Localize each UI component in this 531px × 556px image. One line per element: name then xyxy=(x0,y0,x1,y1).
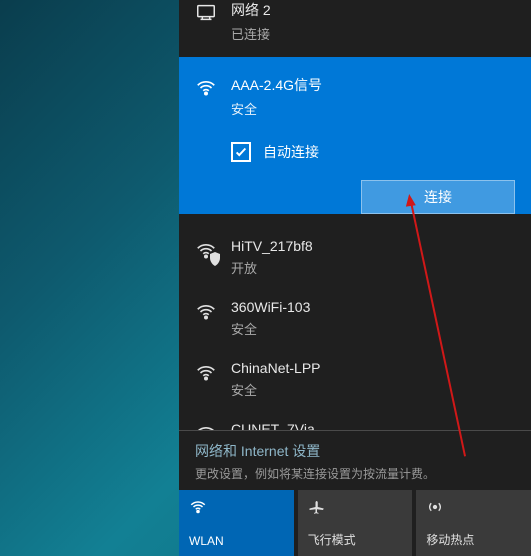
wifi-item-selected[interactable]: AAA-2.4G信号 安全 自动连接 连接 xyxy=(179,57,531,214)
selected-wifi-text: AAA-2.4G信号 安全 xyxy=(231,75,322,118)
wifi-name: CUNET_7Via xyxy=(231,421,315,430)
checkbox-icon xyxy=(231,142,251,162)
connect-button-label: 连接 xyxy=(424,187,452,207)
tile-hotspot[interactable]: 移动热点 xyxy=(416,490,531,556)
selected-wifi-name: AAA-2.4G信号 xyxy=(231,75,322,95)
ethernet-item[interactable]: 网络 2 已连接 xyxy=(179,0,531,57)
wifi-security: 开放 xyxy=(231,258,313,277)
wifi-item[interactable]: 360WiFi-103 安全 xyxy=(179,289,531,350)
auto-connect-label: 自动连接 xyxy=(263,142,319,162)
wifi-icon xyxy=(195,423,217,430)
wifi-item[interactable]: CUNET_7Via xyxy=(179,411,531,430)
airplane-icon xyxy=(308,498,326,516)
selected-wifi-security: 安全 xyxy=(231,99,322,118)
ethernet-icon xyxy=(195,2,217,24)
ethernet-text: 网络 2 已连接 xyxy=(231,0,271,43)
quick-tiles: WLAN 飞行模式 移动热点 xyxy=(179,490,531,556)
spacer xyxy=(179,214,531,228)
hotspot-icon xyxy=(426,498,444,516)
tile-airplane[interactable]: 飞行模式 xyxy=(298,490,413,556)
auto-connect-checkbox[interactable]: 自动连接 xyxy=(231,142,515,162)
wifi-icon xyxy=(189,498,207,516)
ethernet-status: 已连接 xyxy=(231,24,271,43)
wifi-icon xyxy=(195,77,217,99)
ethernet-name: 网络 2 xyxy=(231,0,271,20)
wifi-name: ChinaNet-LPP xyxy=(231,360,321,376)
wifi-name: 360WiFi-103 xyxy=(231,299,310,315)
wifi-item[interactable]: ChinaNet-LPP 安全 xyxy=(179,350,531,411)
wifi-icon xyxy=(195,301,217,323)
wifi-security: 安全 xyxy=(231,319,310,338)
wifi-security: 安全 xyxy=(231,380,321,399)
wifi-shield-icon xyxy=(195,240,217,262)
wifi-icon xyxy=(195,362,217,384)
tile-label: 移动热点 xyxy=(426,531,521,548)
network-list: 网络 2 已连接 AAA-2.4G信号 安全 xyxy=(179,0,531,430)
wifi-item[interactable]: HiTV_217bf8 开放 xyxy=(179,228,531,289)
tile-wlan[interactable]: WLAN xyxy=(179,490,294,556)
settings-subtitle: 更改设置，例如将某连接设置为按流量计费。 xyxy=(195,465,515,482)
wifi-name: HiTV_217bf8 xyxy=(231,238,313,254)
settings-block: 网络和 Internet 设置 更改设置，例如将某连接设置为按流量计费。 xyxy=(179,430,531,490)
connect-button[interactable]: 连接 xyxy=(361,180,515,214)
tile-label: 飞行模式 xyxy=(308,531,403,548)
tile-label: WLAN xyxy=(189,534,284,548)
network-flyout: 网络 2 已连接 AAA-2.4G信号 安全 xyxy=(179,0,531,556)
network-settings-link[interactable]: 网络和 Internet 设置 xyxy=(195,441,515,461)
